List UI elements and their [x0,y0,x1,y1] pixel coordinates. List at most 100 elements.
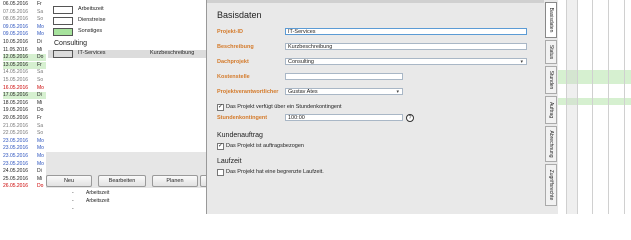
weekday-value: Mo [37,137,44,144]
weekday-value: Di [37,39,42,45]
date-value: 25.05.2016 [3,175,29,182]
edit-button[interactable]: Bearbeiten [98,175,146,187]
auftragsbezogen-checkbox-label[interactable]: Das Projekt ist auftragsbezogen [226,143,304,149]
stundenkontingent-label: Stundenkontingent [217,115,268,121]
weekday-value: So [37,16,44,23]
date-list-row[interactable]: 17.05.2016 Di [3,92,46,100]
entry-dash: - [72,198,74,204]
beschreibung-field[interactable]: Kurzbeschreibung [285,43,527,50]
tree-item-sonstiges[interactable]: Sonstiges [78,28,102,35]
weekday-value: Mo [37,23,44,30]
date-list-row[interactable]: 18.05.2016 Mi [3,100,46,107]
sonstiges-color-swatch [53,28,73,36]
tab-status[interactable]: Status [545,40,557,64]
date-value: 21.05.2016 [3,122,29,129]
date-list-row[interactable]: 21.05.2016 Sa [3,123,46,130]
date-list-row[interactable]: 24.05.2016 Di [3,168,46,175]
date-list-row[interactable]: 22.05.2016 So [3,130,46,137]
date-list-row[interactable]: 09.05.2016 Mo [3,31,46,38]
date-value: 23.05.2016 [3,145,29,152]
laufzeit-checkbox-label[interactable]: Das Projekt hat eine begrenzte Laufzeit. [226,169,324,175]
weekday-value: Mo [37,145,44,152]
date-value: 19.05.2016 [3,107,29,114]
tab-abrechnung-label: Abrechnung [548,130,554,158]
entry-label: Arbeitszeit [86,198,110,204]
verantwortlicher-select[interactable]: Gustav Ates ▾ [285,88,403,95]
vertical-tab-strip: Basisdaten Status Stunden Auftrag Abrech… [544,0,558,214]
arbeitszeit-color-swatch [53,6,73,14]
stundenkontingent-field[interactable]: 100:00 [285,114,403,121]
stundenkontingent-checkbox[interactable] [217,103,224,111]
date-value: 15.05.2016 [3,77,29,83]
date-value: 14.05.2016 [3,69,29,76]
date-list-row[interactable]: 15.05.2016 So [3,77,46,84]
project-description: Kurzbeschreibung [150,50,195,56]
date-list-row[interactable]: 10.05.2016 Di [3,39,46,46]
kostenstelle-label: Kostenstelle [217,74,250,80]
date-value: 23.05.2016 [3,137,29,144]
date-list-row[interactable]: 23.05.2016 Mo [3,153,46,160]
date-list-row[interactable]: 14.05.2016 Sa [3,69,46,76]
weekday-value: Do [37,183,44,190]
date-list-row[interactable]: 25.05.2016 Mi [3,176,46,183]
date-list-row[interactable]: 07.05.2016 Sa [3,9,46,16]
date-list-row[interactable]: 19.05.2016 Do [3,107,46,114]
dachprojekt-label: Dachprojekt [217,59,249,65]
weekday-value: Di [37,168,42,175]
it-services-color-swatch [53,50,73,58]
date-list-row[interactable]: 20.05.2016 Fr [3,115,46,122]
tab-auftrag[interactable]: Auftrag [545,96,557,124]
dachprojekt-value: Consulting [288,59,314,65]
weekday-value: Mi [37,46,43,53]
help-icon[interactable]: ? [406,114,414,122]
tab-abrechnung[interactable]: Abrechnung [545,126,557,162]
weekday-value: Mo [37,31,44,38]
dachprojekt-select[interactable]: Consulting ▾ [285,58,527,65]
grid-line [577,0,578,214]
date-list-row[interactable]: 23.05.2016 Mo [3,145,46,152]
beschreibung-label: Beschreibung [217,44,254,50]
date-list-row[interactable]: 12.05.2016 Do [3,54,46,62]
stundenkontingent-checkbox-label[interactable]: Das Projekt verfügt über ein Stundenkont… [226,104,342,110]
date-value: 06.05.2016 [3,1,29,7]
grid-line [592,0,593,214]
date-value: 12.05.2016 [3,54,29,61]
plan-button[interactable]: Planen [152,175,198,187]
date-value: 09.05.2016 [3,23,29,30]
date-list-row[interactable]: 23.05.2016 Mo [3,138,46,145]
date-list-row[interactable]: 09.05.2016 Mo [3,24,46,31]
chevron-down-icon: ▾ [396,89,399,95]
date-list-row[interactable]: 26.05.2016 Do [3,183,46,190]
auftragsbezogen-checkbox[interactable] [217,142,224,150]
tab-zugriffsrechte[interactable]: Zugriffsrechte [545,164,557,206]
projekt-id-field[interactable]: IT-Services [285,28,527,35]
tab-basisdaten[interactable]: Basisdaten [545,2,557,38]
tree-item-it-services[interactable]: IT-Services Kurzbeschreibung [48,50,206,58]
tree-item-dienstreise[interactable]: Dienstreise [78,17,106,24]
tab-status-label: Status [548,44,554,60]
entry-dash: - [72,206,74,212]
weekday-value: Fr [37,1,42,7]
tab-stunden[interactable]: Stunden [545,66,557,94]
date-list-row[interactable]: 23.05.2016 Mo [3,161,46,168]
kostenstelle-field[interactable] [285,73,403,80]
weekday-value: Mo [37,160,44,167]
tree-group-consulting[interactable]: Consulting [54,39,87,48]
date-list-row[interactable]: 08.05.2016 So [3,16,46,23]
date-value: 10.05.2016 [3,39,29,45]
laufzeit-checkbox[interactable] [217,169,224,176]
date-value: 23.05.2016 [3,160,29,167]
section-basisdaten: Basisdaten [217,10,262,20]
date-value: 22.05.2016 [3,130,29,137]
weekday-value: Sa [37,8,44,15]
date-list-row[interactable]: 16.05.2016 Mo [3,85,46,92]
tree-item-arbeitszeit[interactable]: Arbeitszeit [78,6,104,13]
date-list-row[interactable]: 13.05.2016 Fr [3,61,46,69]
date-list-row[interactable]: 06.05.2016 Fr [3,1,46,8]
weekday-value: Mi [37,175,43,182]
grid-line [624,0,625,214]
date-list-row[interactable]: 11.05.2016 Mi [3,47,46,54]
new-button[interactable]: Neu [46,175,92,187]
date-value: 09.05.2016 [3,31,29,38]
date-value: 23.05.2016 [3,153,29,159]
